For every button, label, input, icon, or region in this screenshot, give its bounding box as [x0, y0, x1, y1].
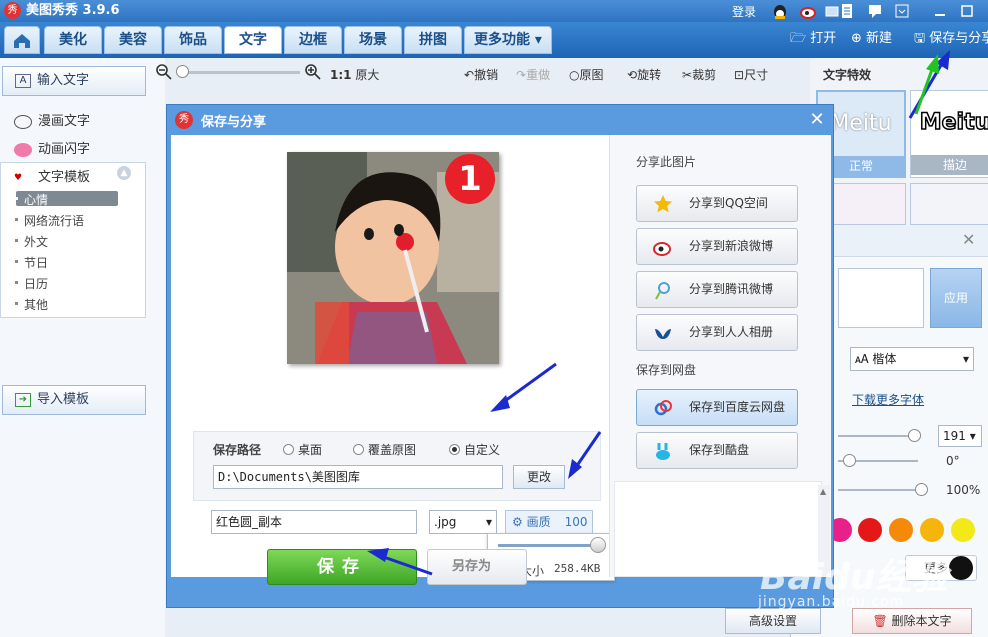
annotation-arrows	[367, 50, 950, 576]
watermark-url: jingyan.baidu.com	[758, 594, 905, 610]
baidu-watermark: Baidu经验	[760, 557, 948, 598]
